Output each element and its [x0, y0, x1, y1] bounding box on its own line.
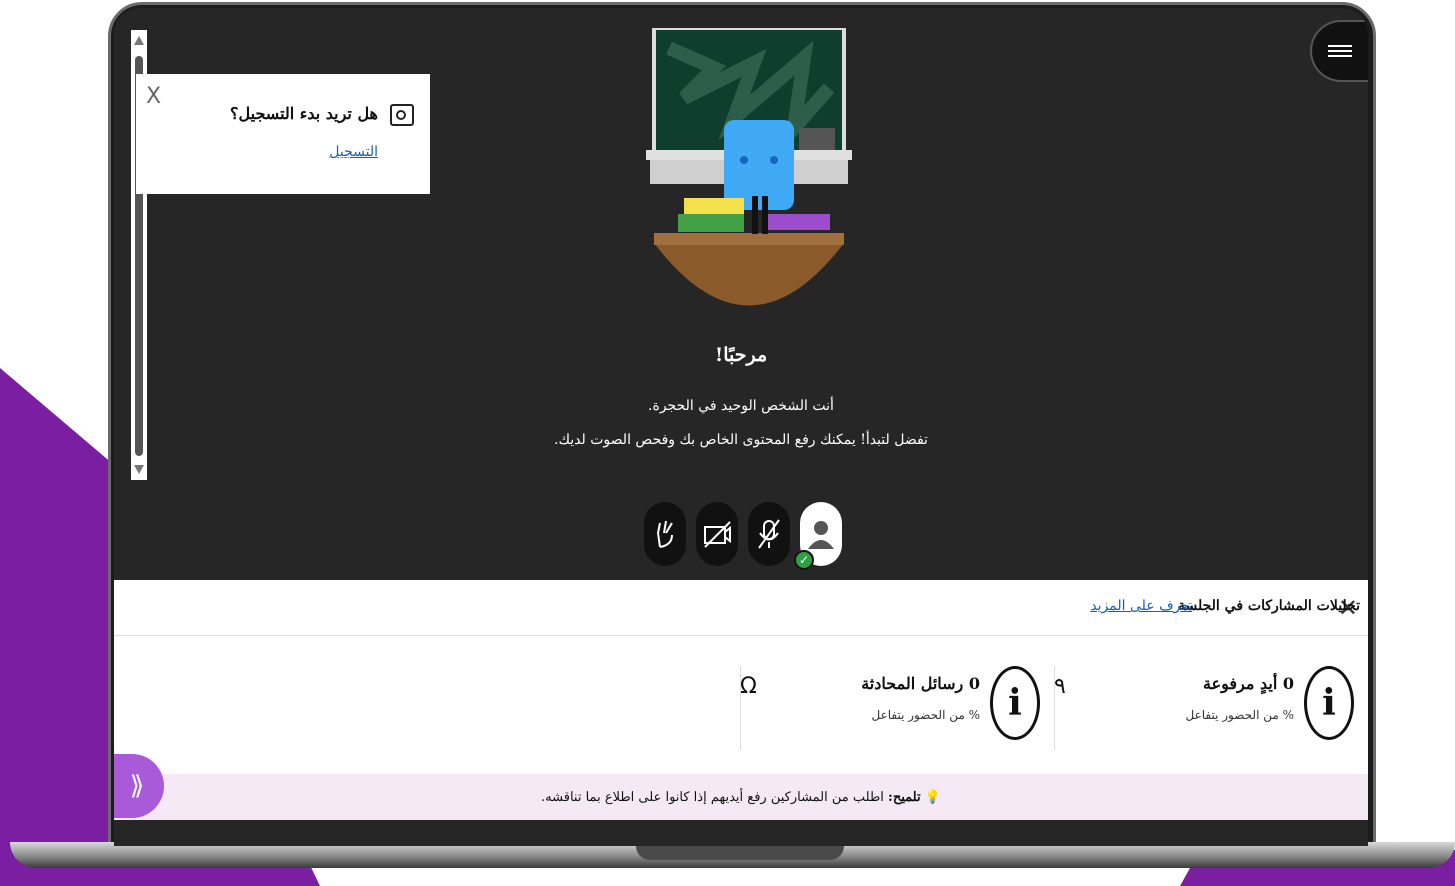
camera-toggle-button[interactable] [696, 502, 738, 566]
microphone-muted-icon [758, 519, 780, 549]
avatar-icon [808, 521, 834, 549]
info-icon: i [1304, 666, 1354, 740]
start-recording-link[interactable]: التسجيل [329, 144, 378, 160]
promo-stage: X هل تريد بدء التسجيل؟ التسجيل مرحبًا! أ… [0, 0, 1455, 886]
tip-body: اطلب من المشاركين رفع أيديهم إذا كانوا ع… [541, 790, 884, 805]
classroom-illustration [646, 28, 852, 306]
analytics-panel: ✕ تحليلات المشاركات في الجلسة تعرف على ا… [114, 580, 1368, 846]
scroll-up-icon[interactable] [134, 36, 144, 45]
status-check-icon: ✓ [794, 550, 814, 570]
chat-messages-value: Ω [740, 674, 757, 699]
learn-more-link[interactable]: تعرف على المزيد [1090, 598, 1192, 614]
welcome-line-2: تفضل لتبدأ! يمكنك رفع المحتوى الخاص بك و… [554, 432, 928, 448]
raised-hands-sub: % من الحضور يتفاعل [1185, 708, 1294, 722]
hamburger-icon [1328, 42, 1352, 60]
raised-hands-stat: i 0 أيدٍ مرفوعة % من الحضور يتفاعل ٩ [1054, 660, 1354, 750]
stat-divider [740, 666, 741, 750]
analytics-title: تحليلات المشاركات في الجلسة [1177, 598, 1360, 614]
chat-messages-label: 0 رسائل المحادثة [861, 674, 980, 693]
tip-bar: 💡 تلميح: اطلب من المشاركين رفع أيديهم إذ… [114, 774, 1368, 820]
lightbulb-icon: 💡 [924, 790, 941, 805]
tip-prefix: تلميح: [888, 790, 921, 805]
tip-text: 💡 تلميح: اطلب من المشاركين رفع أيديهم إذ… [114, 790, 1368, 805]
welcome-title: مرحبًا! [714, 344, 768, 366]
raise-hand-button[interactable] [644, 502, 686, 566]
raised-hands-label: 0 أيدٍ مرفوعة [1202, 674, 1294, 693]
camera-off-icon [704, 521, 731, 548]
session-screen: X هل تريد بدء التسجيل؟ التسجيل مرحبًا! أ… [114, 8, 1368, 846]
analytics-header: ✕ تحليلات المشاركات في الجلسة تعرف على ا… [114, 580, 1368, 636]
bottom-strip [114, 820, 1368, 846]
recording-popup: X هل تريد بدء التسجيل؟ التسجيل [136, 74, 430, 194]
close-popup-button[interactable]: X [146, 84, 161, 109]
microphone-toggle-button[interactable] [748, 502, 790, 566]
double-chevron-icon: ⟫ [129, 771, 145, 801]
raised-hands-value: ٩ [1054, 674, 1066, 699]
info-icon: i [990, 666, 1040, 740]
profile-button[interactable]: ✓ [794, 502, 842, 570]
menu-button[interactable] [1310, 20, 1368, 82]
chat-messages-sub: % من الحضور يتفاعل [871, 708, 980, 722]
recording-question: هل تريد بدء التسجيل؟ [230, 104, 378, 123]
stat-divider [1054, 666, 1055, 750]
chat-messages-stat: i 0 رسائل المحادثة % من الحضور يتفاعل Ω [740, 660, 1040, 750]
camera-record-icon [390, 104, 414, 126]
raise-hand-icon [656, 520, 673, 548]
welcome-line-1: أنت الشخص الوحيد في الحجرة. [648, 398, 834, 414]
scroll-down-icon[interactable] [134, 465, 144, 474]
